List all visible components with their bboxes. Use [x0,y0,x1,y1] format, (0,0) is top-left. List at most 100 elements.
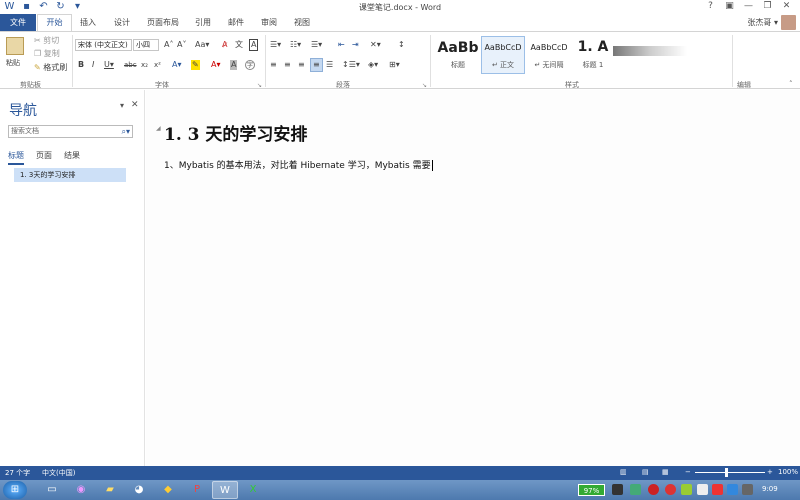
zoom-slider[interactable] [695,472,765,473]
nav-tab-results[interactable]: 结果 [64,150,80,165]
word-taskbar-icon[interactable]: W [212,481,238,499]
nav-options-icon[interactable]: ▾ [120,101,124,110]
cut-button[interactable]: ✂ 剪切 [34,36,59,46]
minimize-button[interactable]: — [739,0,758,13]
avatar[interactable] [781,15,796,30]
word-count[interactable]: 27 个字 [5,468,30,478]
strikethrough-icon[interactable]: abc [124,60,137,70]
collapse-heading-icon[interactable]: ◢ [156,125,161,132]
tray-icon[interactable] [727,484,738,495]
tray-icon[interactable] [630,484,641,495]
folder-icon[interactable]: ▰ [97,481,123,499]
paste-icon[interactable] [6,37,24,55]
close-button[interactable]: ✕ [777,0,796,13]
borders-icon[interactable]: ⊞▾ [389,60,400,70]
style-heading-1[interactable]: 1. A 标题 1 [573,36,613,74]
style-no-spacing[interactable]: AaBbCcD ↵ 无间隔 [527,36,571,74]
zoom-out-icon[interactable]: − [685,468,691,476]
font-name-select[interactable]: 宋体 (中文正文) [75,39,132,51]
subscript-icon[interactable]: x₂ [141,60,148,70]
font-color-icon[interactable]: A▾ [211,60,221,70]
start-button[interactable]: ⊞ [3,481,27,499]
zoom-level[interactable]: 100% [778,468,798,476]
tab-review[interactable]: 审阅 [261,17,277,28]
asian-layout-icon[interactable]: ✕▾ [370,40,381,50]
character-shading-icon[interactable]: A [230,60,238,70]
text-effects-icon[interactable]: A▾ [172,60,182,70]
tab-home[interactable]: 开始 [37,14,72,31]
numbering-icon[interactable]: ☷▾ [290,40,301,50]
document-heading[interactable]: 1. 3 天的学习安排 [164,120,307,145]
paste-button[interactable]: 粘贴 [6,58,20,68]
battery-indicator[interactable]: 97% [578,484,605,496]
help-button[interactable]: ? [701,0,720,13]
search-icon[interactable]: ⌕▾ [122,126,131,137]
clock[interactable]: 9:09 [762,485,778,493]
shading-icon[interactable]: ◈▾ [368,60,378,70]
highlight-icon[interactable]: ✎ [191,60,200,70]
excel-icon[interactable]: X [240,481,266,499]
document-canvas[interactable]: ◢ 1. 3 天的学习安排 1、Mybatis 的基本用法，对比着 Hibern… [146,90,800,466]
change-case-icon[interactable]: Aa▾ [195,40,209,50]
tab-layout[interactable]: 页面布局 [147,17,179,28]
tray-icon[interactable] [648,484,659,495]
format-painter-button[interactable]: ✎ 格式刷 [34,63,67,73]
tray-icon[interactable] [697,484,708,495]
align-center-icon[interactable]: ≡ [284,60,291,70]
underline-icon[interactable]: U▾ [104,60,114,70]
web-layout-icon[interactable]: ▦ [662,468,669,476]
distributed-icon[interactable]: ☰ [326,60,333,70]
align-right-icon[interactable]: ≡ [298,60,305,70]
tray-icon[interactable] [612,484,623,495]
superscript-icon[interactable]: x² [154,60,161,70]
line-spacing-icon[interactable]: ↕☰▾ [342,60,360,70]
nav-search-input[interactable]: 搜索文档 ⌕▾ [8,125,133,138]
tab-references[interactable]: 引用 [195,17,211,28]
chrome-icon[interactable]: ◕ [126,481,152,499]
multilevel-list-icon[interactable]: ☰▾ [311,40,322,50]
app-icon[interactable]: ◆ [155,481,181,499]
user-name[interactable]: 张杰哥 ▾ [747,17,778,28]
tray-icon[interactable] [681,484,692,495]
justify-icon[interactable]: ≡ [310,58,323,72]
italic-icon[interactable]: I [92,60,94,70]
tab-insert[interactable]: 插入 [80,17,96,28]
collapse-ribbon-icon[interactable]: ˄ [789,79,793,89]
maximize-button[interactable]: ❐ [758,0,777,13]
tab-file[interactable]: 文件 [0,14,36,31]
nav-heading-item[interactable]: 1. 3天的学习安排 [14,168,126,182]
nav-tab-pages[interactable]: 页面 [36,150,52,165]
read-mode-icon[interactable]: ▥ [620,468,627,476]
style-normal[interactable]: AaBbCcD ↵ 正文 [481,36,525,74]
sort-icon[interactable]: ↕ [398,40,405,50]
copy-button[interactable]: ❐ 复制 [34,49,60,59]
tab-mailings[interactable]: 邮件 [228,17,244,28]
tab-design[interactable]: 设计 [114,17,130,28]
phonetic-guide-icon[interactable]: 文 [235,40,243,50]
style-title[interactable]: AaBb 标题 [435,36,481,74]
nav-close-icon[interactable]: ✕ [131,100,139,110]
language-status[interactable]: 中文(中国) [42,468,75,478]
align-left-icon[interactable]: ≡ [270,60,277,70]
tray-icon[interactable] [712,484,723,495]
document-paragraph[interactable]: 1、Mybatis 的基本用法，对比着 Hibernate 学习，Mybatis… [164,158,433,171]
enclose-characters-icon[interactable]: 字 [245,60,255,70]
bold-icon[interactable]: B [78,60,84,70]
ribbon-display-button[interactable]: ▣ [720,0,739,13]
zoom-in-icon[interactable]: + [767,468,773,476]
tray-icon[interactable] [742,484,753,495]
zoom-slider-thumb[interactable] [725,468,728,477]
tab-view[interactable]: 视图 [294,17,310,28]
bullets-icon[interactable]: ☰▾ [270,40,281,50]
desktop-icon[interactable]: ▭ [39,481,65,499]
print-layout-icon[interactable]: ▤ [642,468,649,476]
tray-icon[interactable] [665,484,676,495]
media-icon[interactable]: ◉ [68,481,94,499]
clear-format-icon[interactable]: A̷ [222,40,227,50]
character-border-icon[interactable]: A [249,39,259,51]
shrink-font-icon[interactable]: A˅ [177,40,186,50]
powerpoint-icon[interactable]: P [184,481,210,499]
grow-font-icon[interactable]: A˄ [164,40,173,50]
font-size-select[interactable]: 小四 [133,39,159,51]
nav-tab-headings[interactable]: 标题 [8,150,24,165]
